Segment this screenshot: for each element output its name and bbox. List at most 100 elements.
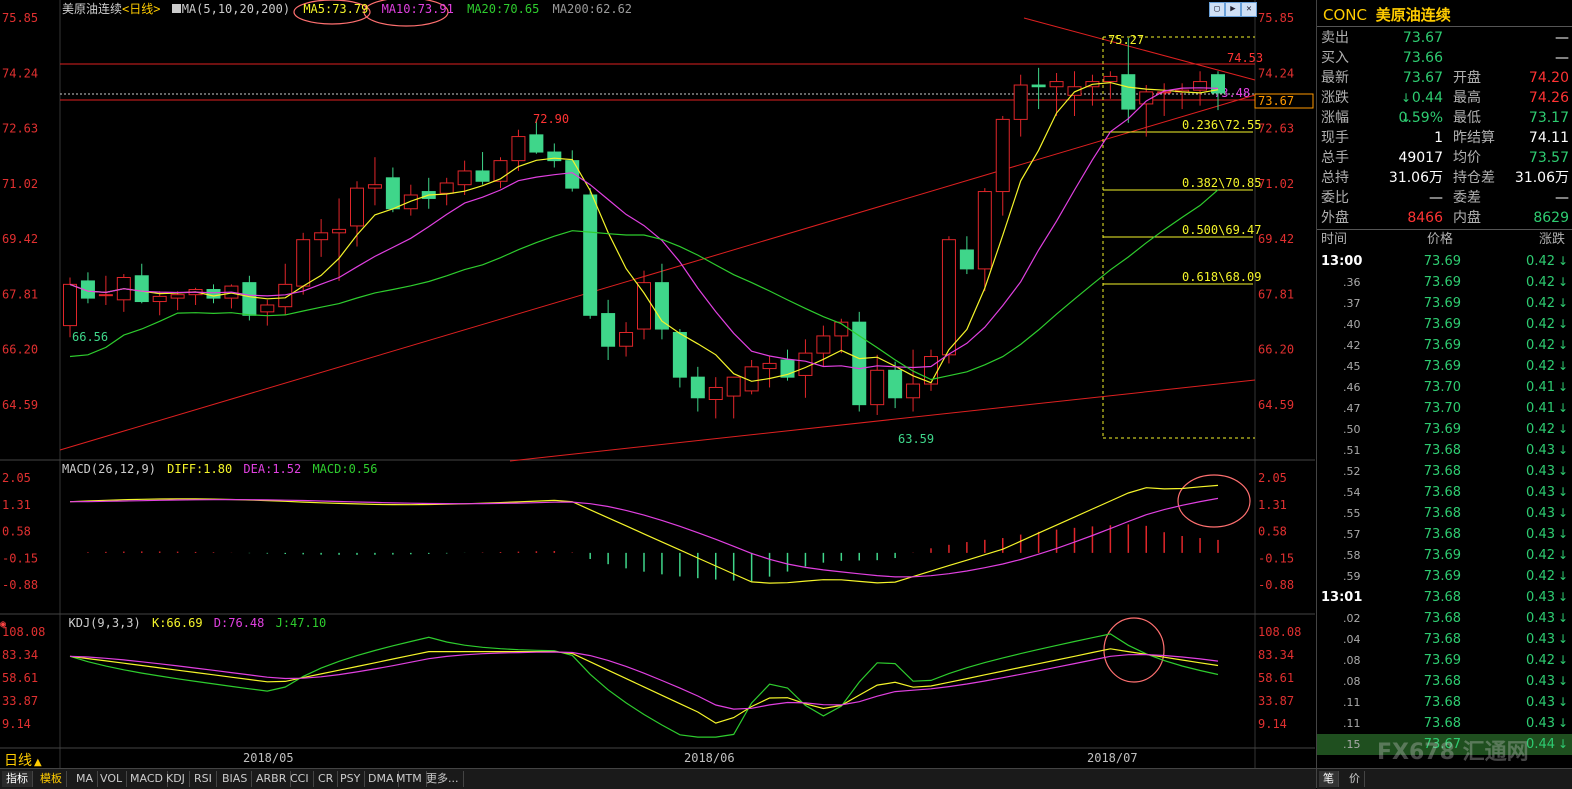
period-label: <日线> [122,2,161,16]
candle-body [637,282,651,330]
y-tick-label: -0.15 [2,551,38,565]
y-tick-label: 1.31 [2,498,31,512]
tick-price: 73.69 [1423,296,1461,311]
tick-time: .51 [1343,444,1361,457]
indicator-tab[interactable]: RSI [190,771,217,787]
indicator-tab[interactable]: CCI [286,771,314,787]
chart-canvas[interactable]: 75.85 75.85 74.24 74.24 72.63 72.63 71.02 71.02… [0,0,1315,768]
quote-label: 买入 [1321,50,1349,66]
tick-price: 73.70 [1423,380,1461,395]
kdj-header: ◉ KDJ(9,3,3) K:66.69 D:76.48 J:47.10 [0,616,326,632]
arrow-down-icon: ↓ [1558,653,1569,667]
tick-row: .57 73.68 0.43 ↓ [1317,524,1572,545]
chart-area[interactable]: 75.85 75.85 74.24 74.24 72.63 72.63 71.02 71.02… [0,0,1315,770]
indicator-tab[interactable]: BIAS [218,771,253,787]
candle-body [475,170,490,182]
arrow-down-icon: ↓ [1558,359,1569,373]
quote-label: 开盘 [1453,70,1481,86]
indicator-tab[interactable]: 更多... [422,771,464,787]
tick-change: 0.42 [1526,338,1555,353]
tick-time: .40 [1343,318,1361,331]
indicator-tab[interactable]: PSY [336,771,366,787]
x-tick-label: 2018/05 [243,751,294,765]
tick-price: 73.68 [1423,611,1461,626]
quote-value: 73.66 [1402,50,1443,66]
low-label: 63.59 [898,432,934,446]
fib-label: 0.618\68.09 [1182,270,1261,284]
candle-body [242,282,257,316]
ma-params: MA(5,10,20,200) [181,2,291,16]
y-tick-label: 75.85 [2,11,38,25]
y-tick-label: -0.88 [2,578,38,592]
quote-label: 均价 [1453,150,1481,166]
tab-ticks[interactable]: 笔 [1319,771,1339,787]
quote-row: 涨跌 ↓ 0.44 最高 74.26 [1317,88,1572,108]
tick-change: 0.43 [1526,695,1555,710]
peak-label: 75.27 [1108,33,1144,47]
quote-value: 31.06万 [1514,170,1569,186]
candle-body [941,239,956,356]
quote-label: 委差 [1453,190,1481,206]
indicator-tab[interactable]: KDJ [162,771,190,787]
indicator-tab[interactable]: CR [314,771,339,787]
candle-body [977,191,992,270]
tick-time: .59 [1343,570,1361,583]
tick-row: .42 73.69 0.42 ↓ [1317,335,1572,356]
candle-body [888,369,903,399]
period-selector[interactable]: 日线 ▲ [4,750,42,770]
quote-label: 涨跌 [1321,90,1349,106]
y-tick-label: 58.61 [2,671,38,685]
candle-body [1193,81,1208,91]
ma-checkbox-icon[interactable] [171,4,181,13]
fib-label: 0.500\69.47 [1182,223,1261,237]
candle-body [511,136,526,162]
quote-value: 73.67 [1402,70,1443,86]
ticks-header: 时间 价格 涨跌 [1317,229,1572,250]
indicator-tab[interactable]: VOL [96,771,128,787]
arrow-down-icon: ↓ [1558,464,1569,478]
quote-value: 0.59% [1398,110,1443,126]
candle-body [583,194,598,316]
candle-body [619,331,634,347]
arrow-down-icon: ↓ [1558,527,1569,541]
kdj-d: D:76.48 [213,616,265,630]
candle-body [726,376,741,397]
candle-body [134,275,149,303]
y-tick-label: 64.59 [2,398,38,412]
indicator-tab[interactable]: MA [72,771,99,787]
tick-time: .58 [1343,549,1361,562]
quote-label: 现手 [1321,130,1349,146]
y-tick-label: 66.20 [2,343,38,357]
macd-label: MACD(26,12,9) [62,462,156,476]
ma200-value: MA200:62.62 [552,2,633,16]
arrow-down-icon: ↓ [1558,422,1569,436]
kdj-indicator-icon[interactable]: ◉ [0,619,6,630]
price-tag: 73.67 [1258,94,1294,108]
close-icon[interactable]: ✕ [1241,2,1257,17]
candle-body [439,182,454,194]
quote-value: 31.06万 [1388,170,1443,186]
indicator-tab[interactable]: 模板 [36,771,67,787]
indicator-tab[interactable]: 指标 [2,771,33,787]
tab-price[interactable]: 价 [1345,771,1365,787]
restore-icon[interactable]: ▢ [1209,2,1225,17]
tick-change: 0.43 [1526,527,1555,542]
tick-change: 0.43 [1526,674,1555,689]
quote-label: 最新 [1321,70,1349,86]
arrow-down-icon: ↓ [1558,317,1569,331]
tick-price: 73.68 [1423,695,1461,710]
arrow-down-icon: ↓ [1558,737,1569,751]
quote-label: 内盘 [1453,210,1481,226]
candle-body [870,369,885,406]
ma5-value: MA5:73.79 [303,2,369,16]
y-tick-label: -0.88 [1258,578,1294,592]
tick-row: .11 73.68 0.43 ↓ [1317,692,1572,713]
tick-change: 0.42 [1526,548,1555,563]
tick-row: .02 73.68 0.43 ↓ [1317,608,1572,629]
play-icon[interactable]: ▶ [1225,2,1241,17]
y-tick-label: 33.87 [2,694,38,708]
tick-change: 0.42 [1526,422,1555,437]
tick-row: .58 73.69 0.42 ↓ [1317,545,1572,566]
quote-row: 买入 73.66 — [1317,48,1572,68]
candle-body [565,160,580,189]
